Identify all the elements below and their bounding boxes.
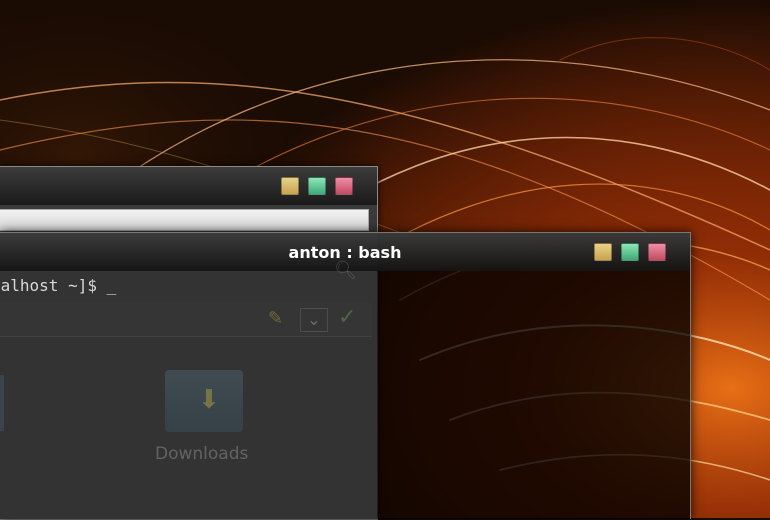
file-manager-window-controls: [281, 177, 353, 195]
file-manager-titlebar[interactable]: [0, 167, 377, 205]
maximize-button[interactable]: [621, 243, 639, 261]
folder-label: Downloads: [155, 444, 249, 464]
maximize-button[interactable]: [308, 177, 326, 195]
close-button[interactable]: [335, 177, 353, 195]
close-button[interactable]: [648, 243, 666, 261]
folder-icon: [0, 375, 4, 431]
terminal-window-controls: [594, 243, 666, 261]
checkmark-icon: ✓: [338, 305, 357, 330]
chevron-down-icon: ⌄: [300, 308, 328, 332]
minimize-button[interactable]: [281, 177, 299, 195]
brush-icon: ✎: [268, 308, 284, 329]
address-bar[interactable]: [0, 209, 369, 231]
minimize-button[interactable]: [594, 243, 612, 261]
search-icon: 🔍︎: [334, 260, 357, 281]
download-arrow-icon: ⬇︎: [198, 385, 220, 415]
terminal-prompt[interactable]: calhost ~]$ _: [0, 276, 116, 295]
